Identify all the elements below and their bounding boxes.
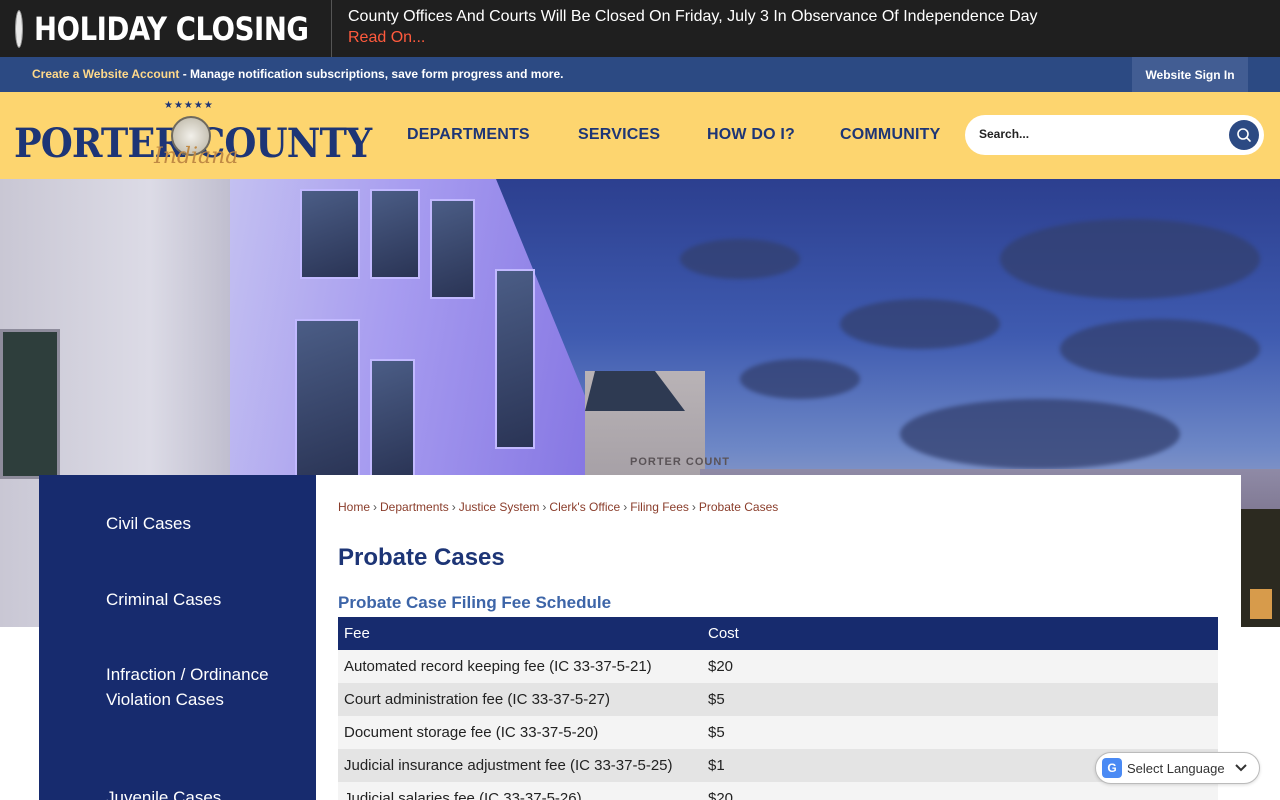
breadcrumb-current: Probate Cases	[698, 500, 779, 514]
breadcrumb-departments[interactable]: Departments	[380, 500, 449, 514]
search-input[interactable]	[979, 127, 1219, 141]
alert-title: HOLIDAY CLOSING	[34, 9, 309, 48]
building-window	[370, 359, 415, 479]
fee-table: Fee Cost Automated record keeping fee (I…	[338, 617, 1218, 800]
cost-cell: $5	[702, 683, 1218, 716]
table-row: Automated record keeping fee (IC 33-37-5…	[338, 650, 1218, 683]
section-title: Probate Case Filing Fee Schedule	[338, 593, 612, 612]
create-account-link[interactable]: Create a Website Account	[32, 67, 179, 81]
breadcrumb-filing-fees[interactable]: Filing Fees	[630, 500, 689, 514]
fee-cell: Automated record keeping fee (IC 33-37-5…	[338, 650, 702, 683]
cloud	[900, 399, 1180, 469]
table-header-fee: Fee	[338, 617, 702, 650]
cloud	[740, 359, 860, 399]
alert-header: HOLIDAY CLOSING	[0, 0, 332, 57]
alert-bar: HOLIDAY CLOSING County Offices And Court…	[0, 0, 1280, 57]
sidebar-nav: Civil Cases Criminal Cases Infraction / …	[39, 475, 316, 800]
breadcrumb-separator: ›	[451, 500, 456, 514]
logo-subtitle: Indiana	[154, 144, 239, 169]
account-bar: Create a Website Account - Manage notifi…	[0, 57, 1280, 92]
breadcrumb: Home › Departments › Justice System › Clerk's …	[338, 500, 778, 514]
fee-cell: Judicial insurance adjustment fee (IC 33…	[338, 749, 702, 782]
fee-cell: Judicial salaries fee (IC 33-37-5-26)	[338, 782, 702, 800]
nav-community[interactable]: COMMUNITY	[840, 126, 940, 144]
building-window	[370, 189, 420, 279]
table-row: Judicial insurance adjustment fee (IC 33…	[338, 749, 1218, 782]
alert-message: County Offices And Courts Will Be Closed…	[348, 8, 1038, 25]
breadcrumb-home[interactable]: Home	[338, 500, 370, 514]
main-content: Home › Departments › Justice System › Clerk's …	[316, 475, 1241, 800]
account-message: Create a Website Account - Manage notifi…	[32, 67, 563, 81]
alert-icon	[16, 10, 22, 47]
sidebar-item-juvenile-cases[interactable]: Juvenile Cases	[106, 785, 221, 800]
cloud	[1000, 219, 1260, 299]
building-window	[430, 199, 475, 299]
select-language-label: Select Language	[1127, 760, 1225, 776]
cost-cell: $20	[702, 782, 1218, 800]
breadcrumb-separator: ›	[691, 500, 696, 514]
nav-how-do-i[interactable]: HOW DO I?	[707, 126, 795, 144]
building-window	[495, 269, 535, 449]
sidebar-item-civil-cases[interactable]: Civil Cases	[106, 511, 191, 536]
cloud	[680, 239, 800, 279]
sidebar-item-infraction-cases[interactable]: Infraction / Ordinance Violation Cases	[106, 662, 276, 712]
table-header-cost: Cost	[702, 617, 1218, 650]
account-description: - Manage notification subscriptions, sav…	[179, 67, 564, 81]
courthouse-sign: PORTER COUNT	[630, 456, 730, 468]
website-sign-in-button[interactable]: Website Sign In	[1132, 57, 1248, 92]
table-row: Judicial salaries fee (IC 33-37-5-26) $2…	[338, 782, 1218, 800]
window-light	[1250, 589, 1272, 619]
breadcrumb-separator: ›	[623, 500, 628, 514]
building-left-window	[0, 329, 60, 479]
alert-body: County Offices And Courts Will Be Closed…	[332, 0, 1038, 57]
breadcrumb-justice-system[interactable]: Justice System	[459, 500, 540, 514]
cloud	[1060, 319, 1260, 379]
search-icon	[1237, 128, 1251, 142]
table-header-row: Fee Cost	[338, 617, 1218, 650]
fee-cell: Court administration fee (IC 33-37-5-27)	[338, 683, 702, 716]
breadcrumb-clerks-office[interactable]: Clerk's Office	[549, 500, 620, 514]
sidebar-item-criminal-cases[interactable]: Criminal Cases	[106, 587, 221, 612]
site-header: ★★★★★ PORTER COUNTY Indiana DEPARTMENTS …	[0, 92, 1280, 179]
select-language-dropdown[interactable]: G Select Language	[1095, 752, 1260, 784]
breadcrumb-separator: ›	[373, 500, 378, 514]
cost-cell: $20	[702, 650, 1218, 683]
nav-services[interactable]: SERVICES	[578, 126, 660, 144]
building-window	[295, 319, 360, 479]
table-row: Court administration fee (IC 33-37-5-27)…	[338, 683, 1218, 716]
alert-read-on-link[interactable]: Read On...	[348, 27, 425, 49]
search-button[interactable]	[1229, 120, 1259, 150]
cost-cell: $5	[702, 716, 1218, 749]
porter-county-logo[interactable]: ★★★★★ PORTER COUNTY Indiana	[14, 100, 376, 172]
chevron-down-icon	[1234, 764, 1247, 772]
table-row: Document storage fee (IC 33-37-5-20) $5	[338, 716, 1218, 749]
nav-departments[interactable]: DEPARTMENTS	[407, 126, 530, 144]
google-translate-icon: G	[1102, 758, 1122, 778]
cloud	[840, 299, 1000, 349]
building-window	[300, 189, 360, 279]
breadcrumb-separator: ›	[542, 500, 547, 514]
page-title: Probate Cases	[338, 544, 505, 571]
search-box	[965, 115, 1264, 155]
logo-stars: ★★★★★	[164, 100, 214, 111]
fee-cell: Document storage fee (IC 33-37-5-20)	[338, 716, 702, 749]
